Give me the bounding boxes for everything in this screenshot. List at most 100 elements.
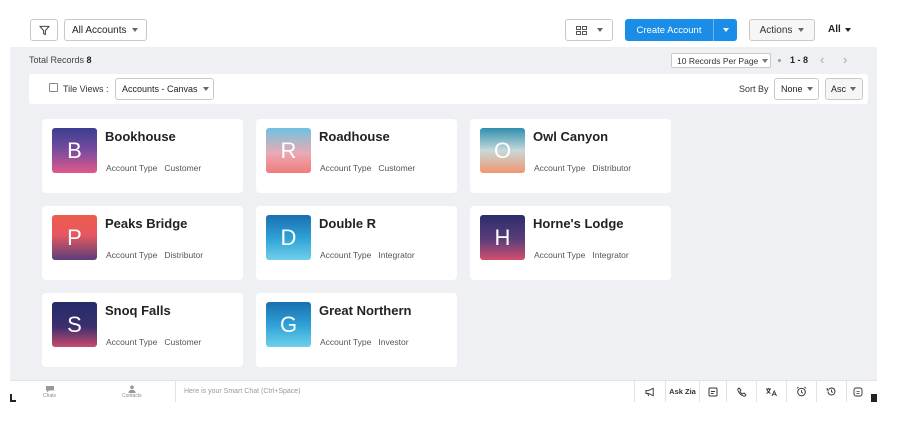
corner-mark xyxy=(10,394,16,402)
account-avatar: P xyxy=(52,215,97,260)
contacts-icon xyxy=(128,385,136,393)
account-type-label: Account Type xyxy=(320,163,372,173)
previous-page-button[interactable]: ‹ xyxy=(820,52,824,67)
account-name[interactable]: Bookhouse xyxy=(105,129,176,144)
announcement-button[interactable] xyxy=(636,381,666,402)
account-card[interactable]: D Double R Account Type Integrator xyxy=(256,206,457,280)
page-range: 1 - 8 xyxy=(790,55,809,65)
records-per-page-dropdown[interactable]: 10 Records Per Page xyxy=(671,53,771,68)
sort-field-dropdown[interactable]: None xyxy=(774,78,819,100)
account-card[interactable]: S Snoq Falls Account Type Customer xyxy=(42,293,243,367)
create-account-label[interactable]: Create Account xyxy=(625,19,713,41)
records-per-page-label: 10 Records Per Page xyxy=(677,55,759,66)
filter-button[interactable] xyxy=(30,19,58,41)
account-card[interactable]: H Horne's Lodge Account Type Integrator xyxy=(470,206,671,280)
records-canvas: Total Records 8 10 Records Per Page 1 - … xyxy=(10,47,877,380)
sort-field-label: None xyxy=(781,84,803,94)
phone-icon xyxy=(736,386,747,397)
account-type: Account Type Investor xyxy=(320,337,409,347)
account-cards-grid: B Bookhouse Account Type Customer R Roadh… xyxy=(29,111,868,371)
canvas-view-label: Accounts - Canvas xyxy=(122,84,198,94)
create-options-toggle[interactable] xyxy=(713,19,737,41)
top-toolbar: All Accounts Create Account Actions All xyxy=(0,0,907,47)
translate-button[interactable] xyxy=(757,381,787,402)
smart-chat-input[interactable]: Here is your Smart Chat (Ctrl+Space) xyxy=(175,381,635,402)
account-type-value: Customer xyxy=(164,337,202,347)
caret-down-icon xyxy=(798,28,805,32)
account-type: Account Type Customer xyxy=(106,337,201,347)
contacts-button[interactable]: Contacts xyxy=(122,385,142,399)
bottom-tools: Ask Zia xyxy=(636,381,869,402)
account-name[interactable]: Roadhouse xyxy=(319,129,390,144)
account-type-value: Distributor xyxy=(164,250,204,260)
caret-down-icon xyxy=(850,87,857,91)
help-icon xyxy=(853,387,863,396)
account-avatar: O xyxy=(480,128,525,173)
contacts-label: Contacts xyxy=(122,393,142,399)
notes-button[interactable] xyxy=(700,381,727,402)
account-type-label: Account Type xyxy=(320,250,372,260)
account-card[interactable]: B Bookhouse Account Type Customer xyxy=(42,119,243,193)
account-name[interactable]: Snoq Falls xyxy=(105,303,171,318)
notes-icon xyxy=(708,387,718,396)
account-view-label: All Accounts xyxy=(72,24,127,36)
sort-order-label: Asc xyxy=(831,84,847,94)
separator-dot xyxy=(778,59,781,62)
phone-button[interactable] xyxy=(727,381,757,402)
help-button[interactable] xyxy=(847,381,869,402)
ask-zia-button[interactable]: Ask Zia xyxy=(666,381,700,402)
account-avatar: R xyxy=(266,128,311,173)
account-type-value: Distributor xyxy=(592,163,632,173)
account-name[interactable]: Double R xyxy=(319,216,376,231)
recent-history-button[interactable] xyxy=(817,381,847,402)
account-type: Account Type Customer xyxy=(320,163,415,173)
account-name[interactable]: Owl Canyon xyxy=(533,129,608,144)
account-name[interactable]: Great Northern xyxy=(319,303,411,318)
actions-dropdown[interactable]: Actions xyxy=(749,19,815,41)
all-label: All xyxy=(828,24,841,35)
account-name[interactable]: Peaks Bridge xyxy=(105,216,187,231)
chat-bubble-icon xyxy=(45,386,54,393)
caret-down-icon xyxy=(597,28,603,32)
account-type-label: Account Type xyxy=(534,250,586,260)
caret-down-icon xyxy=(132,28,139,32)
account-card[interactable]: O Owl Canyon Account Type Distributor xyxy=(470,119,671,193)
account-type: Account Type Integrator xyxy=(534,250,629,260)
caret-down-icon xyxy=(202,87,209,91)
bottom-chat-bar: Chats Contacts Here is your Smart Chat (… xyxy=(10,380,877,402)
account-type-value: Integrator xyxy=(378,250,415,260)
account-name[interactable]: Horne's Lodge xyxy=(533,216,624,231)
megaphone-icon xyxy=(645,387,654,396)
account-type-value: Investor xyxy=(378,337,409,347)
caret-down-icon xyxy=(762,58,769,63)
next-page-button[interactable]: › xyxy=(843,52,847,67)
caret-down-icon xyxy=(722,28,729,32)
account-avatar: D xyxy=(266,215,311,260)
grid-view-icon xyxy=(576,25,587,35)
sort-order-dropdown[interactable]: Asc xyxy=(825,78,863,100)
account-type-value: Customer xyxy=(378,163,416,173)
all-dropdown[interactable]: All xyxy=(828,24,851,35)
canvas-view-dropdown[interactable]: Accounts - Canvas xyxy=(115,78,214,100)
alarm-icon xyxy=(796,386,807,397)
create-account-button[interactable]: Create Account xyxy=(625,19,737,41)
account-type: Account Type Integrator xyxy=(320,250,415,260)
reminders-button[interactable] xyxy=(787,381,817,402)
account-type-value: Customer xyxy=(164,163,202,173)
account-type-label: Account Type xyxy=(106,250,158,260)
account-avatar: B xyxy=(52,128,97,173)
account-avatar: G xyxy=(266,302,311,347)
view-bar: Tile Views : Accounts - Canvas Sort By N… xyxy=(29,74,868,104)
view-switcher-dropdown[interactable] xyxy=(565,19,613,41)
tile-views-checkbox[interactable] xyxy=(49,83,58,92)
account-card[interactable]: P Peaks Bridge Account Type Distributor xyxy=(42,206,243,280)
filter-icon xyxy=(38,25,50,35)
account-card[interactable]: R Roadhouse Account Type Customer xyxy=(256,119,457,193)
account-view-dropdown[interactable]: All Accounts xyxy=(64,19,148,41)
chats-button[interactable]: Chats xyxy=(43,385,56,399)
total-records-count: 8 xyxy=(86,55,92,65)
account-avatar: H xyxy=(480,215,525,260)
total-records-label: Total Records xyxy=(29,55,85,65)
account-card[interactable]: G Great Northern Account Type Investor xyxy=(256,293,457,367)
corner-mark xyxy=(871,394,877,402)
